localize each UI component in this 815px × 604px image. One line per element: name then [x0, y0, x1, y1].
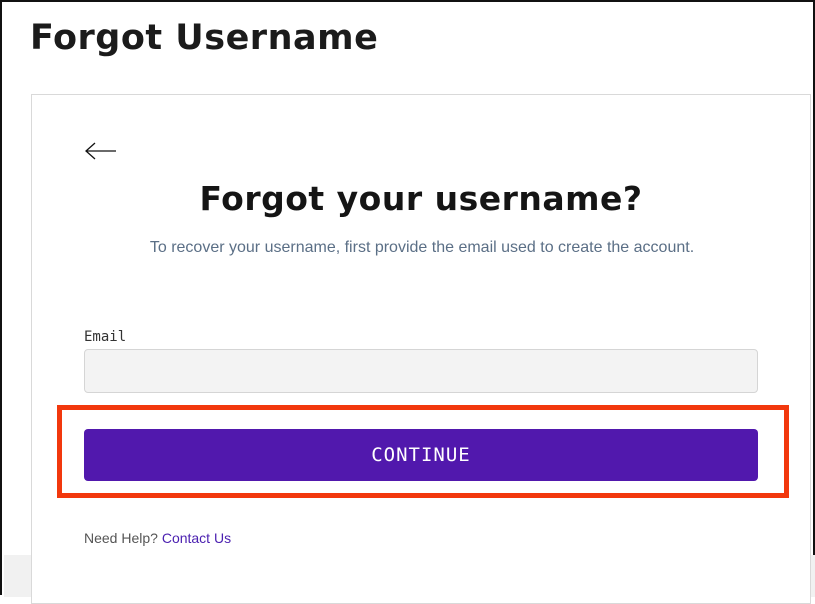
help-line: Need Help? Contact Us: [84, 530, 231, 546]
arrow-left-icon[interactable]: [84, 139, 118, 163]
card-heading: Forgot your username?: [199, 179, 643, 218]
email-field[interactable]: [84, 349, 758, 393]
help-prefix: Need Help?: [84, 530, 158, 546]
contact-us-link[interactable]: Contact Us: [162, 530, 231, 546]
forgot-username-card: Forgot your username? To recover your us…: [31, 94, 811, 604]
page-title: Forgot Username: [30, 18, 379, 58]
continue-button[interactable]: CONTINUE: [84, 429, 758, 481]
card-instructions: To recover your username, first provide …: [149, 239, 695, 256]
email-label: Email: [84, 329, 127, 345]
window-frame: Forgot Username Forgot your username? To…: [0, 0, 815, 604]
